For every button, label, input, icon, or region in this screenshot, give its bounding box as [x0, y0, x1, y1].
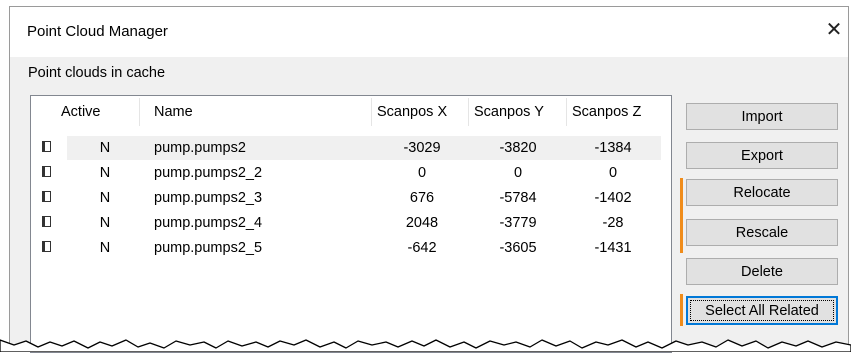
cell-active: N — [99, 215, 111, 231]
export-button-label: Export — [741, 147, 783, 164]
select-all-accent-bar — [680, 294, 683, 326]
close-icon[interactable]: ✕ — [822, 17, 846, 41]
point-cloud-manager-dialog: Point Cloud Manager ✕ Point clouds in ca… — [9, 6, 849, 353]
cell-name: pump.pumps2_4 — [154, 215, 263, 231]
row-checkbox[interactable] — [42, 141, 51, 152]
cell-name: pump.pumps2_2 — [154, 165, 263, 181]
delete-button-label: Delete — [741, 263, 783, 280]
delete-button[interactable]: Delete — [686, 258, 838, 285]
row-checkbox[interactable] — [42, 166, 51, 177]
column-divider — [139, 98, 140, 126]
title-bar: Point Cloud Manager ✕ — [10, 7, 848, 57]
row-checkbox[interactable] — [42, 191, 51, 202]
row-checkbox[interactable] — [42, 241, 51, 252]
cell-scanpos-x: 2048 — [405, 215, 439, 231]
cell-scanpos-z: -28 — [602, 215, 624, 231]
cell-active: N — [99, 140, 111, 156]
cell-scanpos-x: 676 — [409, 190, 435, 206]
cell-scanpos-x: -3029 — [403, 140, 441, 156]
cell-name: pump.pumps2 — [154, 140, 246, 156]
column-header-scanpos-z[interactable]: Scanpos Z — [572, 96, 641, 128]
cell-active: N — [99, 240, 111, 256]
rescale-button[interactable]: Rescale — [686, 219, 838, 246]
column-divider — [468, 98, 469, 126]
focus-ring — [690, 300, 834, 321]
dialog-title: Point Cloud Manager — [27, 23, 168, 40]
torn-edge — [0, 339, 851, 352]
select-all-related-button[interactable]: Select All Related — [686, 296, 838, 325]
cell-scanpos-z: -1431 — [594, 240, 632, 256]
column-divider — [566, 98, 567, 126]
cell-scanpos-y: -3779 — [499, 215, 537, 231]
export-button[interactable]: Export — [686, 142, 838, 169]
cell-scanpos-z: 0 — [608, 165, 618, 181]
cell-active: N — [99, 165, 111, 181]
row-checkbox[interactable] — [42, 216, 51, 227]
cell-name: pump.pumps2_3 — [154, 190, 263, 206]
cell-scanpos-y: -3820 — [499, 140, 537, 156]
cell-scanpos-x: 0 — [417, 165, 427, 181]
cell-scanpos-y: -3605 — [499, 240, 537, 256]
list-header: Active Name Scanpos X Scanpos Y Scanpos … — [31, 96, 671, 128]
column-header-active[interactable]: Active — [61, 96, 101, 128]
column-header-name[interactable]: Name — [154, 96, 193, 128]
rescale-accent-bar — [680, 207, 683, 253]
table-row[interactable]: N pump.pumps2 -3029 -3820 -1384 — [31, 136, 671, 160]
cache-group-label: Point clouds in cache — [28, 65, 166, 81]
column-header-scanpos-y[interactable]: Scanpos Y — [474, 96, 544, 128]
relocate-accent-bar — [680, 178, 683, 207]
cell-name: pump.pumps2_5 — [154, 240, 263, 256]
cell-scanpos-x: -642 — [407, 240, 437, 256]
relocate-button-label: Relocate — [733, 184, 791, 201]
table-row[interactable]: N pump.pumps2_5 -642 -3605 -1431 — [31, 236, 671, 260]
table-row[interactable]: N pump.pumps2_2 0 0 0 — [31, 161, 671, 185]
cell-active: N — [99, 190, 111, 206]
cell-scanpos-y: -5784 — [499, 190, 537, 206]
point-cloud-list[interactable]: Active Name Scanpos X Scanpos Y Scanpos … — [30, 95, 672, 353]
cell-scanpos-z: -1402 — [594, 190, 632, 206]
table-row[interactable]: N pump.pumps2_3 676 -5784 -1402 — [31, 186, 671, 210]
table-row[interactable]: N pump.pumps2_4 2048 -3779 -28 — [31, 211, 671, 235]
cell-scanpos-z: -1384 — [594, 140, 632, 156]
import-button-label: Import — [741, 108, 783, 125]
rescale-button-label: Rescale — [735, 224, 789, 241]
cell-scanpos-y: 0 — [513, 165, 523, 181]
import-button[interactable]: Import — [686, 103, 838, 130]
column-header-scanpos-x[interactable]: Scanpos X — [377, 96, 447, 128]
column-divider — [371, 98, 372, 126]
relocate-button[interactable]: Relocate — [686, 179, 838, 206]
